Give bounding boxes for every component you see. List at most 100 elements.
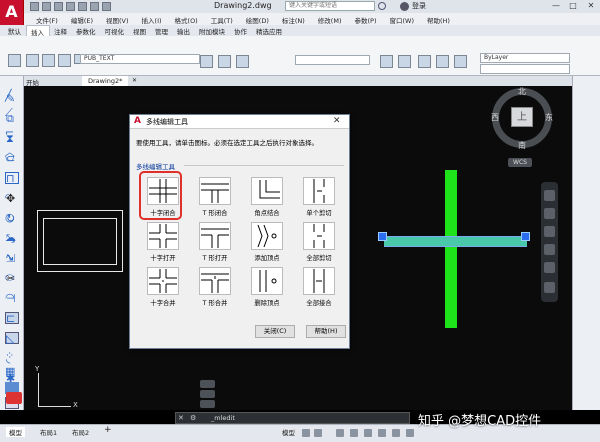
menu-window[interactable]: 窗口(W)	[383, 13, 421, 25]
tab-annotate[interactable]: 注释	[50, 25, 72, 36]
offset-icon[interactable]: ⊂	[6, 152, 22, 165]
match-properties-icon[interactable]	[418, 55, 431, 68]
open-file-icon[interactable]	[42, 2, 51, 11]
minimize-icon[interactable]: —	[548, 0, 564, 12]
menu-help[interactable]: 帮助(H)	[421, 13, 457, 25]
tool-corner-joint[interactable]: 角点结合	[246, 177, 288, 223]
dimstyle-combo[interactable]	[295, 55, 370, 65]
grip-left[interactable]	[378, 232, 387, 241]
tab-layout1[interactable]: 布局1	[40, 427, 57, 437]
stretch-icon[interactable]: ⇲	[6, 252, 22, 265]
explode-block-icon[interactable]	[6, 392, 22, 404]
undo-icon[interactable]	[90, 2, 99, 11]
linetype-combo[interactable]: ByLayer	[480, 53, 570, 63]
redo-icon[interactable]	[102, 2, 111, 11]
save-icon[interactable]	[54, 2, 63, 11]
ortho-icon[interactable]	[336, 429, 344, 437]
help-button[interactable]: 帮助(H)	[306, 325, 346, 338]
group-icon[interactable]	[436, 55, 449, 68]
move-icon[interactable]: ✥	[6, 192, 22, 205]
tool-closed-tee[interactable]: T 形闭合	[194, 177, 236, 223]
arc-tool-icon[interactable]	[58, 54, 71, 67]
circle-tool-icon[interactable]	[42, 54, 55, 67]
tab-drawing2[interactable]: Drawing2*	[82, 76, 129, 86]
steering-wheel-icon[interactable]	[544, 190, 555, 201]
viewcube-top-face[interactable]: 上	[511, 107, 533, 127]
otrack-icon[interactable]	[378, 429, 386, 437]
orbit-icon[interactable]	[544, 244, 555, 255]
mirror-icon[interactable]: ⧗	[6, 132, 22, 145]
text-icon[interactable]	[218, 55, 231, 68]
menu-draw[interactable]: 绘图(D)	[240, 13, 276, 25]
polar-icon[interactable]	[350, 429, 358, 437]
transparency-icon[interactable]	[406, 429, 414, 437]
menu-format[interactable]: 格式(O)	[169, 13, 205, 25]
showmotion-icon[interactable]	[544, 262, 555, 273]
break-icon[interactable]: ⊏	[6, 312, 22, 325]
tool-delete-vertex[interactable]: 删除顶点	[246, 267, 288, 313]
polyline-tool-icon[interactable]	[26, 54, 39, 67]
snap-icon[interactable]	[314, 429, 322, 437]
dialog-close-icon[interactable]: ✕	[333, 116, 341, 126]
erase-icon[interactable]: ✎	[6, 92, 22, 105]
viewcube-north[interactable]: 北	[518, 86, 526, 97]
layer-combo[interactable]: PUB_TEXT	[80, 54, 200, 64]
tab-output[interactable]: 输出	[173, 25, 195, 36]
tab-featured-apps[interactable]: 精选应用	[252, 25, 287, 36]
tool-open-cross[interactable]: 十字打开	[142, 222, 184, 268]
close-button[interactable]: 关闭(C)	[255, 325, 295, 338]
tab-default[interactable]: 默认	[4, 25, 26, 36]
new-file-icon[interactable]	[30, 2, 39, 11]
fillet-icon[interactable]: ◟	[6, 352, 22, 365]
viewcube-east[interactable]: 东	[545, 112, 553, 123]
close-command-icon[interactable]: ✕	[178, 414, 184, 422]
scale-icon[interactable]: ⤡	[6, 232, 22, 245]
extend-icon[interactable]: ⊣	[6, 292, 22, 305]
explode-icon[interactable]: ✱	[6, 372, 22, 385]
measure-icon[interactable]	[454, 55, 467, 68]
menu-parametric[interactable]: 参数(P)	[348, 13, 383, 25]
tool-cut-single[interactable]: 单个剪切	[298, 177, 340, 223]
chamfer-icon[interactable]: ◺	[6, 332, 22, 345]
copy-icon[interactable]: ⧉	[6, 112, 22, 125]
wcs-menu[interactable]: WCS	[508, 158, 532, 167]
tool-merged-tee[interactable]: T 形合并	[194, 267, 236, 313]
layer-stack-icon[interactable]	[200, 55, 213, 68]
search-icon[interactable]	[378, 2, 386, 10]
array-icon[interactable]: ⊓	[6, 172, 22, 185]
print-icon[interactable]	[78, 2, 87, 11]
menu-dimension[interactable]: 标注(N)	[276, 13, 312, 25]
tool-merged-cross[interactable]: 十字合并	[142, 267, 184, 313]
viewcube-south[interactable]: 南	[518, 140, 526, 151]
close-tab-icon[interactable]: ✕	[132, 77, 137, 84]
tool-weld-all[interactable]: 全部接合	[298, 267, 340, 313]
add-layout-icon[interactable]: +	[104, 425, 112, 435]
grid-icon[interactable]	[302, 429, 310, 437]
tab-layout2[interactable]: 布局2	[72, 427, 89, 437]
search-input[interactable]: 键入关键字或短语	[285, 1, 375, 11]
rectangle-inner[interactable]	[43, 218, 117, 265]
command-settings-icon[interactable]: ⚙	[190, 414, 196, 422]
menu-file[interactable]: 文件(F)	[30, 13, 65, 25]
line-tool-icon[interactable]	[8, 54, 21, 67]
dimension-icon[interactable]	[236, 55, 249, 68]
menu-insert[interactable]: 插入(I)	[136, 13, 169, 25]
zoom-extents-icon[interactable]	[544, 226, 555, 237]
login-link[interactable]: 登录	[412, 1, 426, 11]
tab-addins[interactable]: 附加模块	[195, 25, 230, 36]
menu-modify[interactable]: 修改(M)	[312, 13, 349, 25]
menu-view[interactable]: 视图(V)	[100, 13, 136, 25]
tab-view[interactable]: 视图	[129, 25, 151, 36]
tab-manage[interactable]: 管理	[151, 25, 173, 36]
app-logo[interactable]: A	[0, 0, 24, 25]
model-space-toggle[interactable]: 模型	[282, 427, 295, 437]
viewcube-west[interactable]: 西	[491, 112, 499, 123]
insert-block-icon[interactable]	[380, 55, 393, 68]
menu-edit[interactable]: 编辑(E)	[65, 13, 100, 25]
osnap-icon[interactable]	[364, 429, 372, 437]
edit-block-icon[interactable]	[398, 55, 411, 68]
trim-icon[interactable]: ✂	[6, 272, 22, 285]
tool-add-vertex[interactable]: 添加顶点	[246, 222, 288, 268]
color-combo[interactable]	[480, 64, 570, 74]
horizontal-multiline[interactable]	[384, 236, 527, 247]
